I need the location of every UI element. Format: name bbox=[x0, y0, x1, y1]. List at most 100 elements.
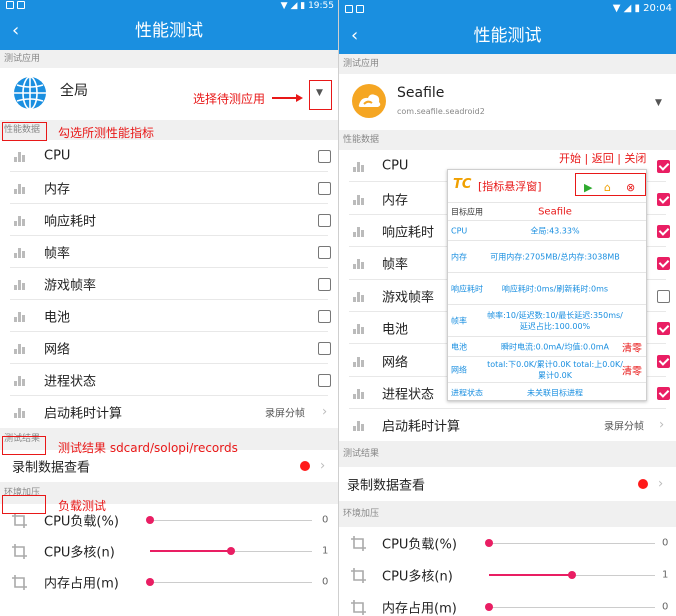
section-header-perf: 性能数据 bbox=[339, 130, 676, 150]
float-key: 电池 bbox=[451, 342, 467, 351]
crop-icon bbox=[12, 543, 27, 559]
float-row-battery: 电池 瞬时电流:0.0mA/均值:0.0mA 清零 bbox=[448, 336, 646, 356]
slider-knob[interactable] bbox=[146, 577, 154, 586]
slider-memory[interactable]: 内存占用(m) 0 bbox=[339, 591, 676, 616]
metric-label: 内存 bbox=[44, 182, 71, 198]
bar-chart-icon bbox=[353, 387, 365, 399]
metric-checkbox[interactable] bbox=[318, 150, 331, 163]
metric-checkbox[interactable] bbox=[318, 374, 331, 387]
metric-checkbox[interactable] bbox=[657, 289, 670, 303]
metric-checkbox[interactable] bbox=[318, 342, 331, 355]
metric-checkbox[interactable] bbox=[318, 310, 331, 323]
chevron-right-icon: › bbox=[659, 417, 665, 433]
metric-checkbox[interactable] bbox=[657, 224, 670, 238]
record-data-view[interactable]: 录制数据查看 › bbox=[339, 467, 676, 502]
slider-knob[interactable] bbox=[568, 571, 576, 580]
metric-label: 网络 bbox=[382, 355, 409, 371]
metric-checkbox[interactable] bbox=[318, 278, 331, 291]
metric-label: 帧率 bbox=[44, 246, 71, 262]
metric-item-game-fps[interactable]: 游戏帧率 bbox=[0, 268, 338, 300]
slider-label: 内存占用(m) bbox=[44, 576, 119, 591]
battery-icon: ▮ bbox=[634, 3, 640, 14]
metric-label: 电池 bbox=[382, 322, 409, 338]
app-selector[interactable]: 全局 ▼ bbox=[0, 68, 338, 120]
metric-item-process[interactable]: 进程状态 bbox=[0, 364, 338, 396]
slider-value: 1 bbox=[322, 545, 329, 556]
metric-checkbox[interactable] bbox=[657, 322, 670, 336]
annotation-result-path: 测试结果 sdcard/solopi/records bbox=[58, 441, 238, 455]
back-arrow-icon[interactable]: ‹ bbox=[12, 12, 19, 50]
slider-value: 1 bbox=[662, 569, 669, 581]
startup-time-item[interactable]: 启动耗时计算 录屏分帧 › bbox=[0, 396, 338, 428]
metric-checkbox[interactable] bbox=[657, 386, 670, 400]
slider-cpu-cores[interactable]: CPU多核(n) 1 bbox=[339, 559, 676, 592]
annotation-arrow-head bbox=[296, 94, 303, 102]
startup-time-item[interactable]: 启动耗时计算 录屏分帧 › bbox=[339, 409, 676, 442]
notification-icon bbox=[17, 1, 25, 9]
record-label: 录制数据查看 bbox=[347, 478, 426, 494]
metric-item-battery[interactable]: 电池 bbox=[0, 300, 338, 332]
annotation-controls: 开始 | 返回 | 关闭 bbox=[559, 152, 647, 165]
slider-cpu-load[interactable]: CPU负载(%) 0 bbox=[0, 504, 338, 535]
metrics-float-window[interactable]: TC [指标悬浮窗] ▶ ⌂ ⊗ 目标应用 Seafile CPU 全局:43.… bbox=[447, 169, 647, 401]
float-title: [指标悬浮窗] bbox=[478, 180, 542, 193]
float-row-memory: 内存 可用内存:2705MB/总内存:3038MB bbox=[448, 240, 646, 272]
slider-cpu-load[interactable]: CPU负载(%) 0 bbox=[339, 527, 676, 560]
slider-track bbox=[150, 519, 312, 521]
slider-knob[interactable] bbox=[485, 539, 493, 548]
metric-checkbox[interactable] bbox=[657, 257, 670, 271]
play-icon[interactable]: ▶ bbox=[584, 181, 592, 194]
metric-label: CPU bbox=[382, 158, 409, 174]
metric-label: 内存 bbox=[382, 193, 409, 209]
section-header-env: 环境加压 bbox=[0, 482, 338, 504]
metric-checkbox[interactable] bbox=[318, 182, 331, 195]
slider-knob[interactable] bbox=[227, 546, 235, 555]
slider-track bbox=[489, 543, 655, 545]
metric-item-network[interactable]: 网络 bbox=[0, 332, 338, 364]
metric-item-fps[interactable]: 帧率 bbox=[0, 236, 338, 268]
metric-label: 游戏帧率 bbox=[382, 290, 435, 306]
metric-item-response[interactable]: 响应耗时 bbox=[0, 204, 338, 236]
metric-checkbox[interactable] bbox=[318, 214, 331, 227]
notification-icon bbox=[6, 1, 14, 9]
clear-battery-button[interactable]: 清零 bbox=[622, 339, 642, 354]
status-bar: ▼ ◢ ▮ 20:04 bbox=[339, 0, 676, 18]
float-value: 瞬时电流:0.0mA/均值:0.0mA bbox=[500, 342, 610, 351]
dropdown-arrow-icon[interactable]: ▼ bbox=[655, 98, 662, 108]
metric-item-memory[interactable]: 内存 bbox=[0, 172, 338, 204]
close-icon[interactable]: ⊗ bbox=[626, 181, 635, 194]
slider-knob[interactable] bbox=[146, 515, 154, 524]
slider-knob[interactable] bbox=[485, 603, 493, 612]
metric-list: CPU 内存 响应耗时 帧率 游戏帧率 电池 网络 进程状态 启动耗时计算 录屏分… bbox=[0, 140, 338, 428]
metric-checkbox[interactable] bbox=[657, 354, 670, 368]
metric-label: 进程状态 bbox=[382, 387, 435, 403]
slider-memory[interactable]: 内存占用(m) 0 bbox=[0, 566, 338, 597]
bar-chart-icon bbox=[14, 342, 26, 354]
float-key: 响应耗时 bbox=[451, 284, 483, 293]
metric-label: 启动耗时计算 bbox=[382, 419, 461, 435]
metric-checkbox[interactable] bbox=[657, 160, 670, 174]
section-header-result: 测试结果 bbox=[339, 441, 676, 468]
float-value: total:下0.0K/累计0.0K total:上0.0K/累计0.0K bbox=[487, 359, 623, 380]
battery-icon: ▮ bbox=[300, 1, 306, 11]
record-dot-icon bbox=[638, 479, 648, 490]
app-package: com.seafile.seadroid2 bbox=[397, 107, 485, 116]
home-icon[interactable]: ⌂ bbox=[604, 181, 611, 194]
slider-cpu-cores[interactable]: CPU多核(n) 1 bbox=[0, 535, 338, 566]
bar-chart-icon bbox=[14, 310, 26, 322]
right-screen: ▼ ◢ ▮ 20:04 ‹ 性能测试 测试应用 Seafile com.seaf… bbox=[339, 0, 676, 616]
back-arrow-icon[interactable]: ‹ bbox=[351, 18, 358, 54]
chevron-right-icon: › bbox=[322, 404, 328, 420]
metric-checkbox[interactable] bbox=[657, 192, 670, 206]
bar-chart-icon bbox=[353, 290, 365, 302]
metric-label: 进程状态 bbox=[44, 374, 97, 390]
metric-label: CPU bbox=[44, 148, 71, 164]
metric-item-cpu[interactable]: CPU bbox=[0, 140, 338, 172]
annotation-select-app: 选择待测应用 bbox=[193, 92, 266, 106]
app-selector[interactable]: Seafile com.seafile.seadroid2 ▼ bbox=[339, 74, 676, 130]
metric-checkbox[interactable] bbox=[318, 246, 331, 259]
clear-network-button[interactable]: 清零 bbox=[622, 362, 642, 377]
chevron-right-icon: › bbox=[320, 458, 326, 474]
globe-icon bbox=[14, 76, 46, 110]
bar-chart-icon bbox=[353, 160, 365, 173]
